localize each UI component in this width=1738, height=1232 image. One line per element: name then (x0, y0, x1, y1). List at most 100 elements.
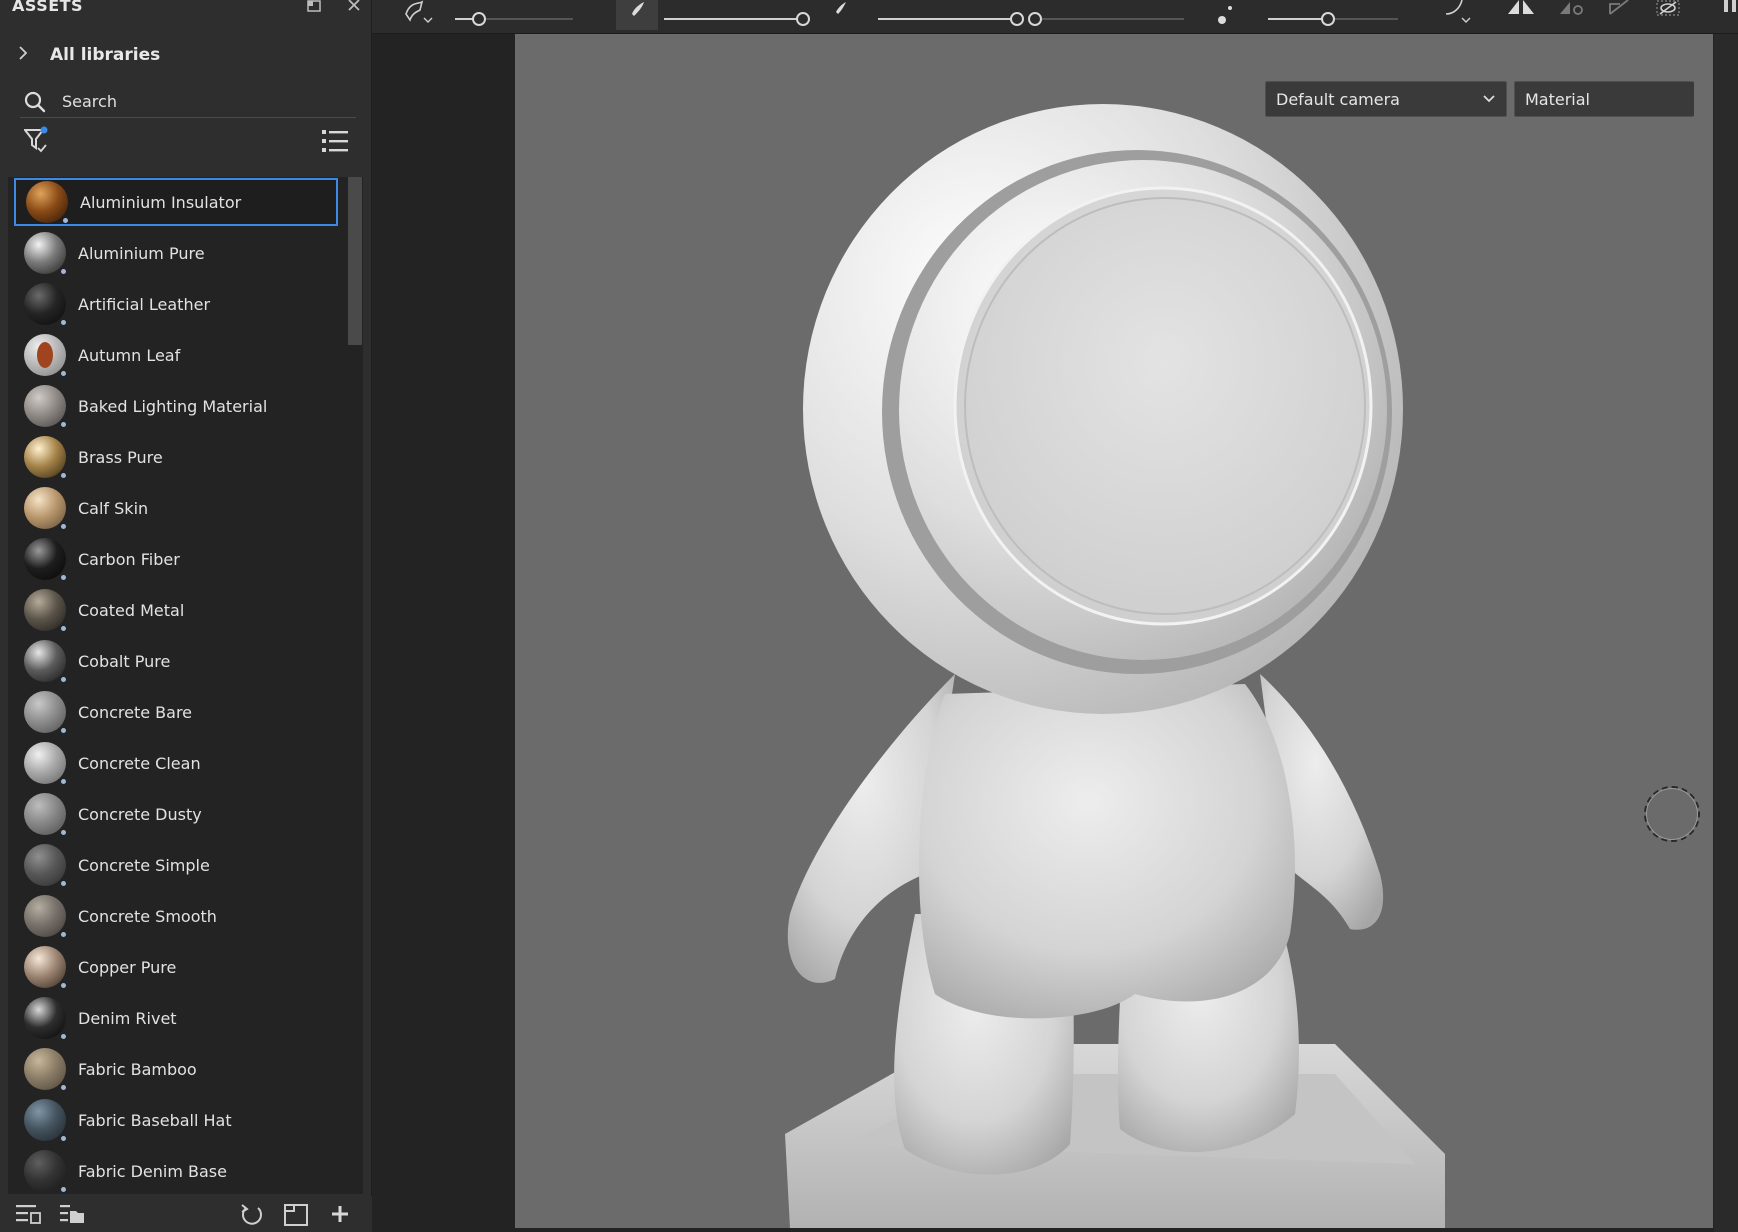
flow-slider[interactable] (664, 12, 810, 26)
list-item[interactable]: Aluminium Pure (14, 229, 338, 277)
list-item[interactable]: Denim Rivet (14, 994, 338, 1042)
list-item[interactable]: Fabric Denim Base (14, 1147, 338, 1194)
preview-indicator (61, 1085, 66, 1090)
hide-button[interactable] (1654, 0, 1684, 30)
material-thumbnail (24, 844, 66, 886)
material-thumbnail (24, 283, 66, 325)
preview-indicator (61, 779, 66, 784)
list-item[interactable]: Concrete Dusty (14, 790, 338, 838)
material-thumbnail (24, 334, 66, 376)
material-list: Aluminium Insulator Aluminium Pure Artific… (8, 177, 363, 1194)
spacing-icon (1218, 6, 1232, 24)
list-item-label: Calf Skin (78, 498, 149, 518)
opacity-slider[interactable] (878, 12, 1024, 26)
list-item[interactable]: Autumn Leaf (14, 331, 338, 379)
jitter-slider-knob[interactable] (1320, 12, 1335, 26)
material-thumbnail (24, 691, 66, 733)
material-thumbnail (24, 436, 66, 478)
scrollbar[interactable] (348, 177, 362, 345)
size-slider-knob[interactable] (471, 12, 486, 26)
render-mode-dropdown[interactable]: Material (1514, 81, 1694, 117)
search-bar (20, 86, 356, 118)
brush-tool-button[interactable] (402, 0, 436, 30)
preview-indicator (61, 524, 66, 529)
material-thumbnail (24, 793, 66, 835)
brush-tool-icon (405, 0, 433, 23)
list-item[interactable]: Concrete Bare (14, 688, 338, 736)
jitter-slider[interactable] (1268, 12, 1398, 26)
material-thumbnail (24, 946, 66, 988)
list-item[interactable]: Calf Skin (14, 484, 338, 532)
camera-dropdown[interactable]: Default camera (1265, 81, 1507, 117)
flow-slider-knob[interactable] (795, 12, 810, 26)
list-item-label: Fabric Denim Base (78, 1161, 227, 1181)
import-list-button[interactable] (14, 1202, 42, 1228)
material-thumbnail (24, 538, 66, 580)
list-item[interactable]: Baked Lighting Material (14, 382, 338, 430)
search-icon (24, 91, 46, 112)
flow-pressure-button[interactable] (830, 0, 856, 30)
preview-indicator (61, 1136, 66, 1141)
refresh-button[interactable] (238, 1202, 266, 1228)
pause-button[interactable] (1722, 0, 1738, 30)
list-item[interactable]: Cobalt Pure (14, 637, 338, 685)
projection-button[interactable] (1606, 0, 1636, 30)
symmetry-settings-button[interactable] (1556, 0, 1588, 30)
new-folder-icon (284, 1204, 308, 1226)
preview-indicator (61, 371, 66, 376)
preview-indicator (61, 677, 66, 682)
list-item-label: Concrete Dusty (78, 804, 202, 824)
list-item-label: Baked Lighting Material (78, 396, 268, 416)
list-item[interactable]: Concrete Simple (14, 841, 338, 889)
3d-viewport[interactable]: Default camera Material (515, 34, 1713, 1228)
pen-pressure-button[interactable] (616, 0, 658, 30)
material-thumbnail (24, 895, 66, 937)
all-libraries-breadcrumb[interactable]: All libraries (18, 42, 160, 68)
list-item[interactable]: Fabric Bamboo (14, 1045, 338, 1093)
opacity-slider-knob[interactable] (1009, 12, 1024, 26)
camera-dropdown-value: Default camera (1276, 89, 1400, 109)
list-item[interactable]: Artificial Leather (14, 280, 338, 328)
list-item[interactable]: Copper Pure (14, 943, 338, 991)
chevron-right-icon (18, 46, 38, 64)
material-thumbnail (24, 640, 66, 682)
export-list-icon (60, 1205, 84, 1223)
preview-indicator (61, 626, 66, 631)
preview-indicator (61, 881, 66, 886)
all-libraries-label: All libraries (50, 45, 161, 65)
preview-indicator (61, 575, 66, 580)
list-item[interactable]: Carbon Fiber (14, 535, 338, 583)
list-item-label: Denim Rivet (78, 1008, 177, 1028)
spacing-button[interactable] (1212, 0, 1242, 30)
preview-indicator (61, 728, 66, 733)
list-item[interactable]: Coated Metal (14, 586, 338, 634)
undock-icon[interactable] (304, 0, 324, 14)
add-button[interactable] (328, 1202, 356, 1228)
filter-button[interactable] (22, 126, 50, 154)
list-item-label: Copper Pure (78, 957, 177, 977)
list-item-label: Autumn Leaf (78, 345, 181, 365)
search-input[interactable] (60, 91, 330, 112)
symmetry-button[interactable] (1506, 0, 1536, 30)
preview-indicator (61, 983, 66, 988)
list-item-label: Concrete Clean (78, 753, 201, 773)
spacing-slider-knob[interactable] (1028, 12, 1043, 26)
list-item-label: Concrete Simple (78, 855, 210, 875)
list-item-label: Concrete Smooth (78, 906, 217, 926)
brush-cursor-inner (1646, 788, 1698, 840)
list-item[interactable]: Fabric Baseball Hat (14, 1096, 338, 1144)
list-item[interactable]: Concrete Smooth (14, 892, 338, 940)
list-item[interactable]: Aluminium Insulator (14, 178, 338, 226)
list-view-button[interactable] (321, 128, 349, 154)
list-item[interactable]: Brass Pure (14, 433, 338, 481)
alignment-button[interactable] (1440, 0, 1476, 30)
size-slider[interactable] (455, 12, 573, 26)
preview-indicator (61, 1034, 66, 1039)
export-list-button[interactable] (58, 1202, 86, 1228)
list-item[interactable]: Concrete Clean (14, 739, 338, 787)
spacing-slider[interactable] (1028, 12, 1184, 26)
projection-icon (1609, 0, 1629, 15)
close-icon[interactable] (344, 0, 364, 14)
new-folder-button[interactable] (282, 1202, 310, 1228)
symmetry-icon (1508, 0, 1534, 14)
